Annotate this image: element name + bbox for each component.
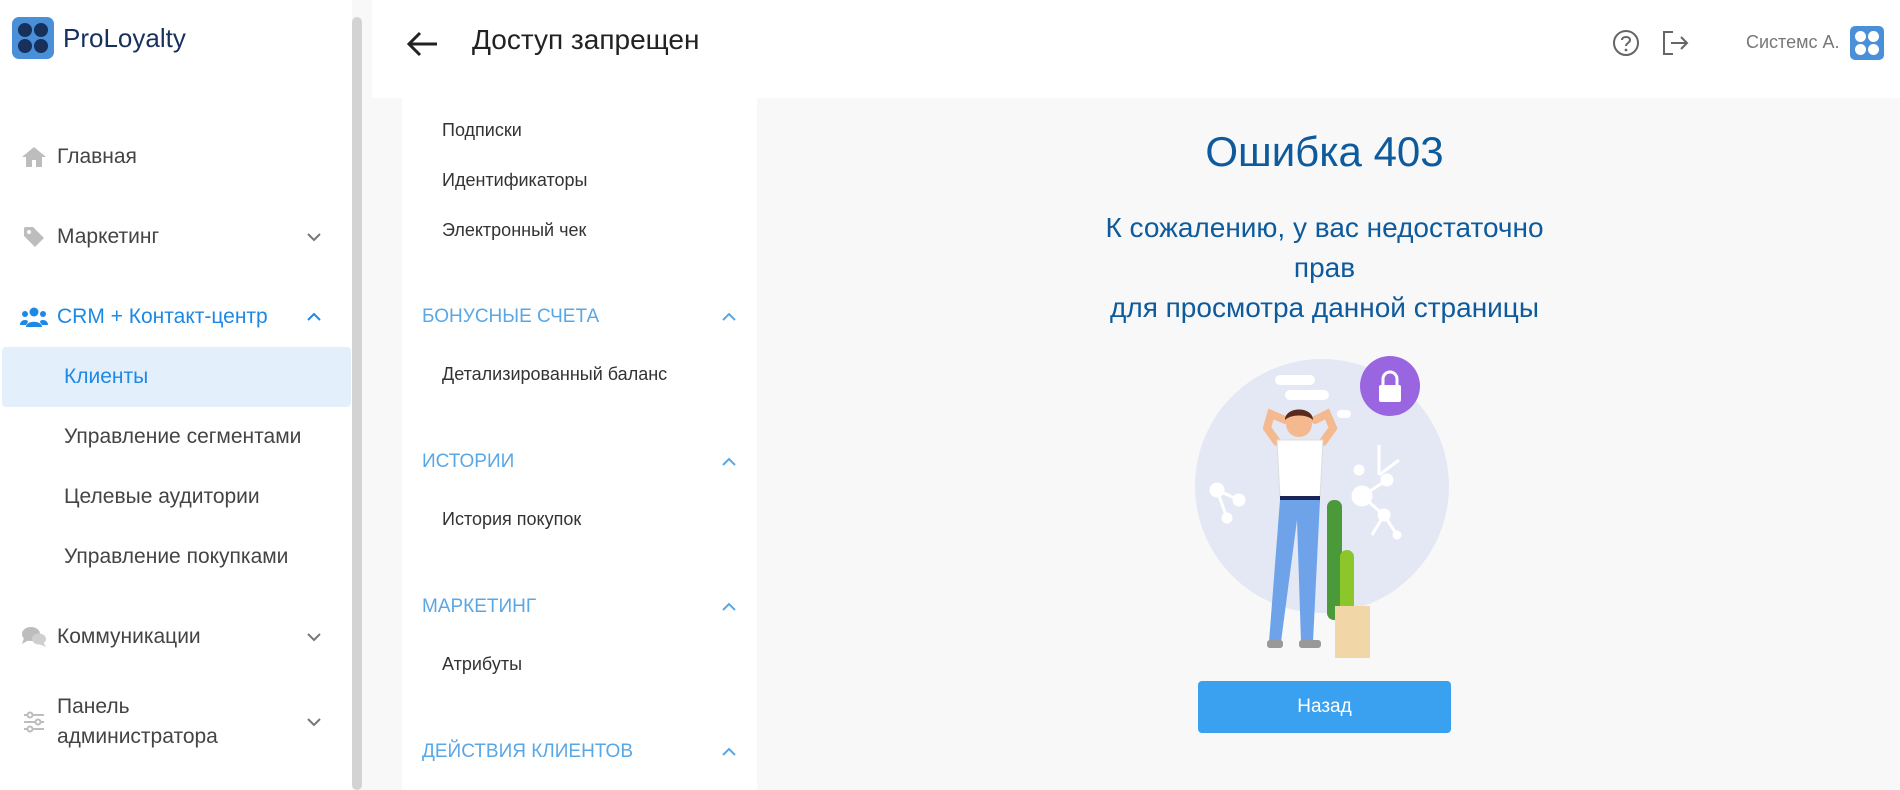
section-histories[interactable]: ИСТОРИИ — [422, 451, 737, 473]
chevron-up-icon — [721, 451, 737, 473]
app-name: ProLoyalty — [63, 22, 186, 53]
chevron-up-icon — [721, 306, 737, 328]
home-icon — [19, 144, 49, 170]
section-marketing[interactable]: МАРКЕТИНГ — [422, 596, 737, 618]
back-arrow-icon[interactable] — [404, 26, 440, 62]
sidebar-item-admin-panel[interactable]: Панель администратора — [0, 690, 352, 754]
sidebar: ProLoyalty Главная Маркетинг CRM + Конта… — [0, 0, 352, 790]
sidebar-item-home[interactable]: Главная — [0, 140, 352, 174]
client-nav-panel: Подписки Идентификаторы Электронный чек … — [402, 98, 757, 790]
nav-link-identifiers[interactable]: Идентификаторы — [442, 170, 587, 191]
label-line: Панель — [57, 695, 130, 718]
chevron-up-icon — [721, 596, 737, 618]
section-title: ИСТОРИИ — [422, 451, 515, 472]
message-line: для просмотра данной страницы — [1110, 292, 1539, 323]
section-title: МАРКЕТИНГ — [422, 596, 537, 617]
sidebar-subitem-segments[interactable]: Управление сегментами — [2, 407, 351, 467]
app-logo[interactable]: ProLoyalty — [12, 17, 186, 59]
page-title: Доступ запрещен — [472, 24, 700, 55]
sidebar-item-label: Главная — [57, 145, 137, 168]
error-title: Ошибка 403 — [1205, 128, 1444, 175]
chevron-up-icon — [721, 741, 737, 763]
avatar[interactable] — [1850, 26, 1884, 60]
chevron-down-icon — [304, 227, 324, 247]
sidebar-item-label: Коммуникации — [57, 625, 201, 648]
chevron-up-icon — [304, 307, 324, 327]
section-title: ДЕЙСТВИЯ КЛИЕНТОВ — [422, 741, 634, 762]
chevron-down-icon — [304, 712, 324, 732]
sidebar-item-communications[interactable]: Коммуникации — [0, 620, 352, 654]
tag-icon — [19, 224, 49, 250]
user-name[interactable]: Системс А. — [1746, 32, 1840, 53]
sidebar-scrollbar[interactable] — [352, 17, 362, 790]
sidebar-item-label: CRM + Контакт-центр — [57, 305, 268, 328]
error-content: Ошибка 403 К сожалению, у вас недостаточ… — [757, 98, 1900, 790]
sidebar-subitem-clients[interactable]: Клиенты — [2, 347, 351, 407]
logout-icon[interactable] — [1660, 28, 1690, 58]
back-button[interactable]: Назад — [1198, 681, 1451, 733]
sidebar-item-label: Маркетинг — [57, 225, 160, 248]
logo-icon — [12, 17, 54, 59]
help-icon[interactable] — [1611, 28, 1641, 58]
users-icon — [19, 304, 49, 330]
sidebar-subitem-purchases[interactable]: Управление покупками — [2, 527, 351, 587]
top-header: Доступ запрещен Системс А. — [372, 0, 1900, 98]
nav-link-purchase-history[interactable]: История покупок — [442, 509, 581, 530]
sidebar-subitem-audiences[interactable]: Целевые аудитории — [2, 467, 351, 527]
nav-link-detailed-balance[interactable]: Детализированный баланс — [442, 364, 667, 385]
nav-link-attributes[interactable]: Атрибуты — [442, 654, 522, 675]
chevron-down-icon — [304, 627, 324, 647]
nav-link-subscriptions[interactable]: Подписки — [442, 120, 522, 141]
error-message: К сожалению, у вас недостаточно прав для… — [757, 208, 1892, 328]
message-line: К сожалению, у вас недостаточно — [1105, 212, 1544, 243]
message-line: прав — [1293, 252, 1356, 283]
nav-link-e-receipt[interactable]: Электронный чек — [442, 220, 586, 241]
sliders-icon — [19, 709, 49, 735]
sidebar-item-label: Панель администратора — [57, 692, 304, 752]
chat-icon — [19, 624, 49, 650]
access-denied-illustration — [1195, 356, 1449, 658]
label-line: администратора — [57, 725, 218, 748]
sidebar-item-marketing[interactable]: Маркетинг — [0, 220, 352, 254]
section-bonus-accounts[interactable]: БОНУСНЫЕ СЧЕТА — [422, 306, 737, 328]
sidebar-item-crm[interactable]: CRM + Контакт-центр — [0, 300, 352, 334]
section-client-actions[interactable]: ДЕЙСТВИЯ КЛИЕНТОВ — [422, 741, 737, 763]
section-title: БОНУСНЫЕ СЧЕТА — [422, 306, 600, 327]
